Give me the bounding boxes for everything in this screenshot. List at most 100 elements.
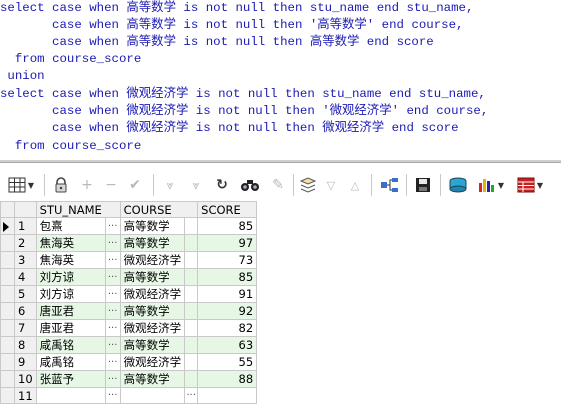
- cell-score[interactable]: 85: [197, 217, 258, 235]
- cell-edit-button[interactable]: ···: [104, 319, 121, 337]
- cell-edit-button[interactable]: [184, 234, 199, 252]
- cell-stu-name[interactable]: 焦海英: [35, 251, 106, 269]
- cell-edit-button[interactable]: [184, 302, 199, 320]
- connect-button[interactable]: [379, 174, 401, 196]
- save-button[interactable]: [413, 174, 433, 196]
- cell-edit-button[interactable]: ···: [104, 251, 121, 269]
- cell-course[interactable]: 高等数学: [119, 302, 186, 320]
- cell-edit-button[interactable]: [184, 285, 199, 303]
- cell-score[interactable]: 73: [197, 251, 258, 269]
- cell-score[interactable]: 82: [197, 319, 258, 337]
- column-header-stu-name[interactable]: STU_NAME: [35, 201, 121, 218]
- cell-edit-button[interactable]: [184, 353, 199, 371]
- delete-record-button[interactable]: −: [103, 174, 119, 196]
- cell-course[interactable]: [119, 387, 186, 404]
- cell-edit-button[interactable]: ···: [184, 387, 199, 404]
- cell-stu-name[interactable]: 刘方谅: [35, 285, 106, 303]
- cell-edit-button[interactable]: [184, 370, 199, 388]
- cell-edit-button[interactable]: [184, 336, 199, 354]
- cell-edit-button[interactable]: ···: [104, 370, 121, 388]
- cell-course[interactable]: 高等数学: [119, 268, 186, 286]
- table-row[interactable]: 7 唐亚君 ··· 微观经济学 82: [0, 319, 258, 337]
- table-row[interactable]: 4 刘方谅 ··· 高等数学 85: [0, 268, 258, 286]
- cell-score[interactable]: 63: [197, 336, 258, 354]
- table-row[interactable]: 5 刘方谅 ··· 微观经济学 91: [0, 285, 258, 303]
- cell-stu-name[interactable]: [35, 387, 106, 404]
- table-row[interactable]: 8 咸禹铭 ··· 高等数学 63: [0, 336, 258, 354]
- query-button[interactable]: [298, 174, 318, 196]
- cell-stu-name[interactable]: 咸禹铭: [35, 336, 106, 354]
- cell-edit-button[interactable]: [184, 319, 199, 337]
- sql-line: select case when 高等数学 is not null then s…: [0, 0, 473, 17]
- table-row[interactable]: 9 咸禹铭 ··· 微观经济学 55: [0, 353, 258, 371]
- cell-course[interactable]: 微观经济学: [119, 319, 186, 337]
- cell-stu-name[interactable]: 唐亚君: [35, 302, 106, 320]
- cell-edit-button[interactable]: [184, 251, 199, 269]
- cell-course[interactable]: 微观经济学: [119, 251, 186, 269]
- table-row[interactable]: 3 焦海英 ··· 微观经济学 73: [0, 251, 258, 269]
- table-row[interactable]: 10 张蓝予 ··· 高等数学 88: [0, 370, 258, 388]
- column-header-course[interactable]: COURSE: [119, 201, 199, 218]
- table-row[interactable]: 11 ··· ···: [0, 387, 258, 404]
- table-row[interactable]: 2 焦海英 ··· 高等数学 97: [0, 234, 258, 252]
- cell-edit-button[interactable]: ···: [104, 268, 121, 286]
- post-changes-button[interactable]: ✔: [126, 174, 144, 196]
- cell-edit-button[interactable]: ···: [104, 302, 121, 320]
- sort-desc-button[interactable]: △: [347, 174, 363, 196]
- sql-line: case when 高等数学 is not null then '高等数学' e…: [0, 17, 463, 34]
- cell-score[interactable]: 91: [197, 285, 258, 303]
- grid-view-button[interactable]: ▼: [4, 174, 38, 196]
- cell-score[interactable]: 85: [197, 268, 258, 286]
- cell-course[interactable]: 高等数学: [119, 370, 186, 388]
- cell-score[interactable]: [197, 387, 258, 404]
- clear-icon: ✎: [272, 177, 284, 193]
- cell-course[interactable]: 高等数学: [119, 336, 186, 354]
- cell-course[interactable]: 高等数学: [119, 234, 186, 252]
- delete-record-icon: −: [105, 177, 117, 193]
- cell-edit-button[interactable]: ···: [104, 217, 121, 235]
- cell-stu-name[interactable]: 刘方谅: [35, 268, 106, 286]
- cell-edit-button[interactable]: ···: [104, 285, 121, 303]
- cell-course[interactable]: 高等数学: [119, 217, 186, 235]
- splitter[interactable]: [0, 160, 561, 163]
- find-button[interactable]: [239, 174, 261, 196]
- query-icon: [299, 177, 317, 193]
- sort-asc-button[interactable]: ▽: [323, 174, 339, 196]
- sql-token: is not null then: [175, 18, 310, 32]
- cell-edit-button[interactable]: ···: [104, 353, 121, 371]
- cell-edit-button[interactable]: ···: [104, 234, 121, 252]
- cell-score[interactable]: 97: [197, 234, 258, 252]
- cell-stu-name[interactable]: 唐亚君: [35, 319, 106, 337]
- sql-editor[interactable]: select case when 高等数学 is not null then s…: [0, 0, 561, 157]
- cell-score[interactable]: 55: [197, 353, 258, 371]
- cell-stu-name[interactable]: 咸禹铭: [35, 353, 106, 371]
- refresh-button[interactable]: ↻: [213, 174, 231, 196]
- cell-edit-button[interactable]: [184, 217, 199, 235]
- table-row[interactable]: 1 包熹 ··· 高等数学 85: [0, 217, 258, 235]
- cell-edit-button[interactable]: [184, 268, 199, 286]
- lock-button[interactable]: [52, 174, 70, 196]
- table-row[interactable]: 6 唐亚君 ··· 高等数学 92: [0, 302, 258, 320]
- chart-button[interactable]: ▼: [474, 174, 508, 196]
- filter-button[interactable]: ⩔: [161, 174, 179, 196]
- cell-score[interactable]: 88: [197, 370, 258, 388]
- add-record-button[interactable]: +: [79, 174, 95, 196]
- sql-token: case when: [0, 121, 127, 135]
- cell-stu-name[interactable]: 焦海英: [35, 234, 106, 252]
- clear-filter-button[interactable]: ⩔: [187, 174, 205, 196]
- cell-score[interactable]: 92: [197, 302, 258, 320]
- cell-course[interactable]: 微观经济学: [119, 353, 186, 371]
- table-button[interactable]: ▼: [512, 174, 548, 196]
- cell-edit-button[interactable]: ···: [104, 336, 121, 354]
- clear-button[interactable]: ✎: [268, 174, 288, 196]
- row-number: 5: [14, 285, 37, 303]
- column-header-score[interactable]: SCORE: [197, 201, 258, 218]
- sort-desc-icon: △: [350, 178, 360, 192]
- cell-course[interactable]: 微观经济学: [119, 285, 186, 303]
- connect-icon: [381, 178, 398, 192]
- cell-stu-name[interactable]: 包熹: [35, 217, 106, 235]
- export-button[interactable]: [446, 174, 470, 196]
- result-grid[interactable]: STU_NAME COURSE SCORE 1 包熹 ··· 高等数学 85 2 焦海英 ··…: [0, 201, 258, 404]
- cell-edit-button[interactable]: ···: [104, 387, 121, 404]
- cell-stu-name[interactable]: 张蓝予: [35, 370, 106, 388]
